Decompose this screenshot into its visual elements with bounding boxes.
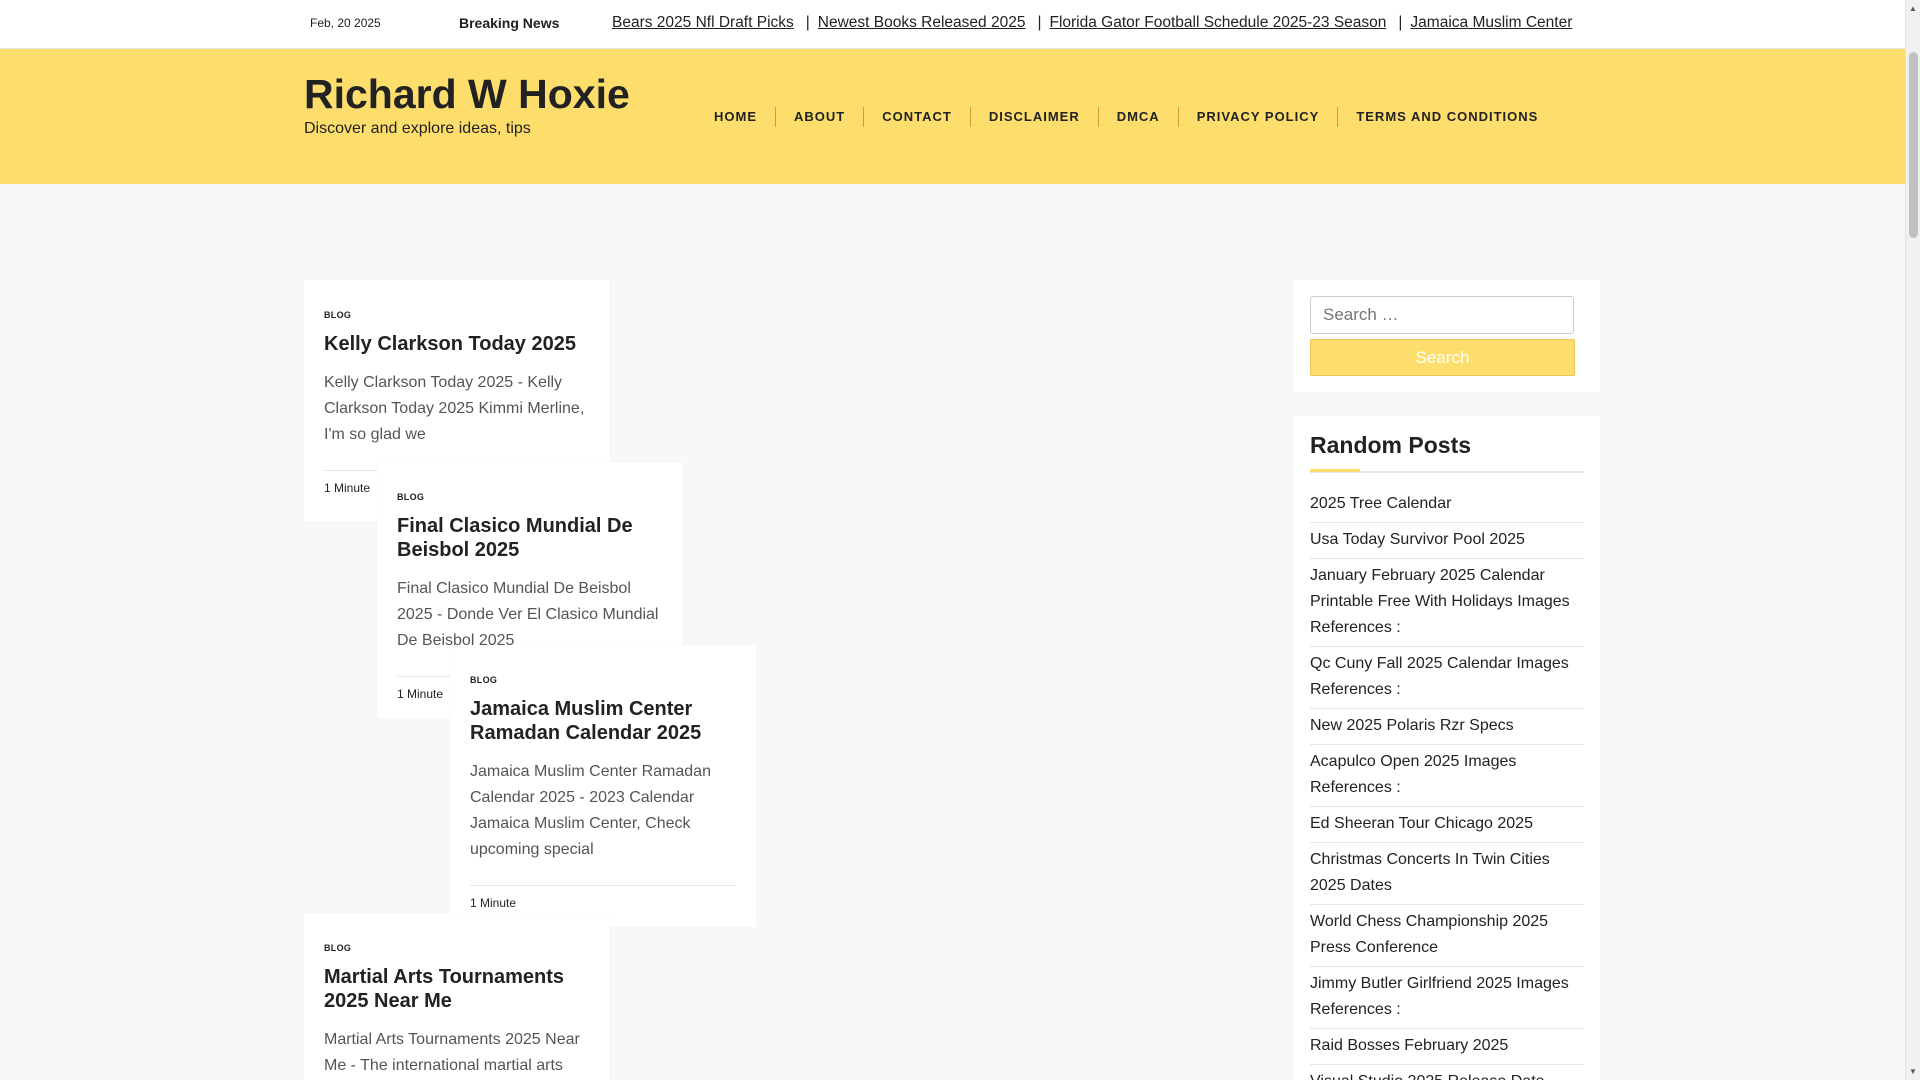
news-ticker: Bears 2025 Nfl Draft Picks | Newest Books … <box>612 14 1620 36</box>
ticker-separator: | <box>1037 14 1042 31</box>
ticker-separator: | <box>805 14 810 31</box>
main-nav: HOME ABOUT CONTACT DISCLAIMER DMCA PRIVA… <box>696 107 1556 127</box>
top-bar: Feb, 20 2025 Breaking News Bears 2025 Nf… <box>0 0 1905 49</box>
post-title[interactable]: Final Clasico Mundial De Beisbol 2025 <box>397 514 663 562</box>
heading-accent <box>1310 469 1360 472</box>
ticker-link[interactable]: Florida Gator Football Schedule 2025-23 … <box>1049 14 1386 31</box>
random-post-link[interactable]: Visual Studio 2025 Release Date <box>1310 1065 1584 1080</box>
random-post-link[interactable]: Jimmy Butler Girlfriend 2025 Images Refe… <box>1310 967 1584 1029</box>
post-title[interactable]: Jamaica Muslim Center Ramadan Calendar 2… <box>470 697 736 745</box>
site-title[interactable]: Richard W Hoxie <box>304 71 630 118</box>
ticker-link[interactable]: Bears 2025 Nfl Draft Picks <box>612 14 794 31</box>
site-description: Discover and explore ideas, tips <box>304 120 531 137</box>
ticker-link[interactable]: Jamaica Muslim Center <box>1410 14 1572 31</box>
nav-item-home[interactable]: HOME <box>696 107 775 127</box>
post-excerpt: Final Clasico Mundial De Beisbol 2025 - … <box>397 580 659 649</box>
nav-item-about[interactable]: ABOUT <box>775 107 863 127</box>
breaking-news-label: Breaking News <box>459 15 560 31</box>
post-card: BLOG Martial Arts Tournaments 2025 Near … <box>304 913 610 1080</box>
random-post-link[interactable]: January February 2025 Calendar Printable… <box>1310 559 1584 647</box>
random-posts-widget: Random Posts 2025 Tree Calendar Usa Toda… <box>1294 416 1600 1080</box>
random-post-link[interactable]: Qc Cuny Fall 2025 Calendar Images Refere… <box>1310 647 1584 709</box>
nav-item-terms[interactable]: TERMS AND CONDITIONS <box>1337 107 1556 127</box>
heading-divider <box>1310 469 1584 473</box>
search-widget: Search <box>1294 280 1600 392</box>
scroll-up-arrow-icon[interactable]: ▲ <box>1909 4 1917 13</box>
post-category[interactable]: BLOG <box>470 675 736 685</box>
random-post-link[interactable]: Usa Today Survivor Pool 2025 <box>1310 523 1584 559</box>
post-excerpt: Kelly Clarkson Today 2025 - Kelly Clarks… <box>324 374 585 443</box>
search-button[interactable]: Search <box>1310 339 1575 376</box>
page-scrollbar[interactable]: ▲ ▼ <box>1905 0 1920 1080</box>
search-input[interactable] <box>1310 296 1574 334</box>
random-post-link[interactable]: Raid Bosses February 2025 <box>1310 1029 1584 1065</box>
post-title[interactable]: Martial Arts Tournaments 2025 Near Me <box>324 965 590 1013</box>
site-header: Richard W Hoxie Discover and explore ide… <box>0 49 1905 184</box>
random-post-link[interactable]: New 2025 Polaris Rzr Specs <box>1310 709 1584 745</box>
random-posts-list: 2025 Tree Calendar Usa Today Survivor Po… <box>1310 491 1584 1080</box>
random-post-link[interactable]: 2025 Tree Calendar <box>1310 491 1584 523</box>
post-excerpt: Martial Arts Tournaments 2025 Near Me - … <box>324 1031 580 1074</box>
ticker-link[interactable]: Newest Books Released 2025 <box>818 14 1026 31</box>
post-category[interactable]: BLOG <box>324 310 590 320</box>
nav-item-disclaimer[interactable]: DISCLAIMER <box>969 107 1098 127</box>
ticker-separator: | <box>1398 14 1403 31</box>
post-category[interactable]: BLOG <box>397 492 663 502</box>
random-posts-heading: Random Posts <box>1310 432 1472 458</box>
scrollbar-thumb[interactable] <box>1909 52 1918 238</box>
post-category[interactable]: BLOG <box>324 943 590 953</box>
scroll-down-arrow-icon[interactable]: ▼ <box>1909 1067 1917 1076</box>
current-date: Feb, 20 2025 <box>310 16 381 30</box>
nav-item-contact[interactable]: CONTACT <box>863 107 970 127</box>
random-post-link[interactable]: Christmas Concerts In Twin Cities 2025 D… <box>1310 843 1584 905</box>
post-excerpt: Jamaica Muslim Center Ramadan Calendar 2… <box>470 763 711 858</box>
random-post-link[interactable]: World Chess Championship 2025 Press Conf… <box>1310 905 1584 967</box>
post-title[interactable]: Kelly Clarkson Today 2025 <box>324 332 590 356</box>
nav-item-privacy-policy[interactable]: PRIVACY POLICY <box>1177 107 1338 127</box>
random-post-link[interactable]: Ed Sheeran Tour Chicago 2025 <box>1310 807 1584 843</box>
random-post-link[interactable]: Acapulco Open 2025 Images References : <box>1310 745 1584 807</box>
nav-item-dmca[interactable]: DMCA <box>1097 107 1178 127</box>
post-card: BLOG Jamaica Muslim Center Ramadan Calen… <box>450 645 756 927</box>
